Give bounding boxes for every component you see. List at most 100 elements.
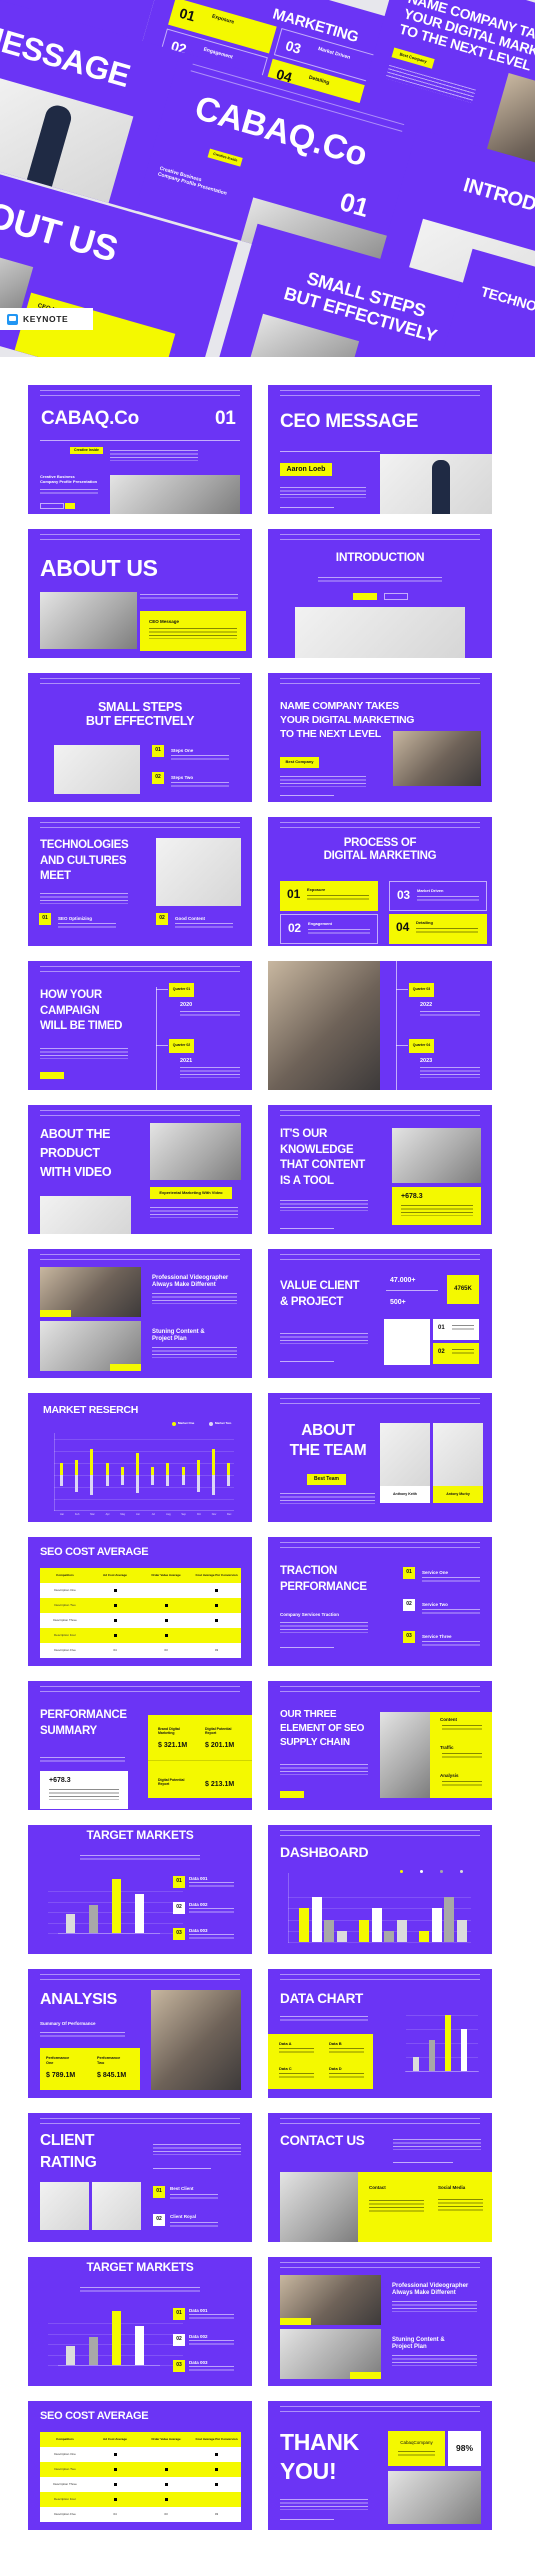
slide-thumbnail[interactable]: TARGET MARKETS 01 Data 001 02 Data 002 03 Data… xyxy=(28,2257,252,2386)
slide-title: HOW YOUR CAMPAIGN WILL BE TIMED xyxy=(40,989,123,1032)
learn-more-button[interactable] xyxy=(280,1791,304,1798)
body-text-lines xyxy=(152,1347,237,1358)
slide-thumbnail[interactable]: SMALL STEPS BUT EFFECTIVELY 01 Steps One 02… xyxy=(28,673,252,802)
bar-market-one xyxy=(105,1463,109,1475)
divider xyxy=(280,1647,334,1648)
divider xyxy=(40,440,240,441)
photo-team xyxy=(40,592,137,649)
photo-seo xyxy=(380,1712,430,1798)
next-button[interactable] xyxy=(65,503,75,509)
number-badge: 01 xyxy=(173,1876,185,1888)
keynote-badge: KEYNOTE xyxy=(0,308,93,330)
member-name: Antony Murby xyxy=(433,1486,483,1503)
slide-thumbnail[interactable]: VALUE CLIENT & PROJECT 47.000+ 500+ 4765K 01… xyxy=(268,1249,492,1378)
photo-client-two xyxy=(92,2182,141,2230)
slide-thumbnail[interactable]: HOW YOUR CAMPAIGN WILL BE TIMED Quarter 0… xyxy=(28,961,252,1090)
slide-thumbnail[interactable]: TRACTION PERFORMANCE Company Services Tra… xyxy=(268,1537,492,1666)
slide-thumbnail[interactable]: ABOUT US CEO Message xyxy=(28,529,252,658)
bar-market-two xyxy=(105,1475,109,1487)
slide-title: TRACTION PERFORMANCE xyxy=(280,1565,367,1593)
slide-thumbnail[interactable]: ANALYSIS Summary Of Performance Performanc… xyxy=(28,1969,252,2098)
slide-thumbnail[interactable]: TECHNOLOGIES AND CULTURES MEET 01 SEO Opti… xyxy=(28,817,252,946)
metric-value: $ 789.1M xyxy=(46,2072,76,2079)
table-header: Order Value Average xyxy=(151,1573,181,1577)
slide-thumbnail[interactable]: DATA CHART Data A Data B Data C Data D xyxy=(268,1969,492,2098)
number-badge: 01 xyxy=(153,2186,165,2198)
slide-title: CLIENT RATING xyxy=(40,2132,97,2171)
slide-thumbnail[interactable]: NAME COMPANY TAKES YOUR DIGITAL MARKETIN… xyxy=(268,673,492,802)
metrics-card: Performance One $ 789.1M Performance Two $ … xyxy=(40,2048,140,2090)
dashboard-bar xyxy=(299,1908,309,1942)
photo-analysis xyxy=(151,1990,241,2090)
slide-thumbnail[interactable]: CLIENT RATING 01 Best Client 02 Client Royal xyxy=(28,2113,252,2242)
legend-dot xyxy=(400,1870,403,1873)
photo-tag xyxy=(110,1364,141,1371)
body-text-lines xyxy=(189,2314,234,2321)
check-mark-icon xyxy=(164,1634,168,1637)
step-label: Detailing xyxy=(416,920,433,925)
slide-thumbnail[interactable]: PROCESS OF DIGITAL MARKETING 01 Exposure 03… xyxy=(268,817,492,946)
number-badge: 01 xyxy=(39,913,51,925)
learn-more-button[interactable] xyxy=(40,503,64,509)
x-tick-label: Sep xyxy=(181,1513,186,1516)
metric-value: $ 845.1M xyxy=(97,2072,127,2079)
slide-thumbnail[interactable]: DASHBOARD xyxy=(268,1825,492,1954)
slide-header-rule xyxy=(280,1542,480,1548)
divider xyxy=(280,507,334,508)
keynote-label: KEYNOTE xyxy=(23,314,69,324)
slide-thumbnail[interactable]: ABOUT THE TEAM Best Team Anthony Keith Anto… xyxy=(268,1393,492,1522)
table-cell: 04 xyxy=(113,1648,117,1652)
step-label: Exposure xyxy=(211,13,235,26)
table-cell xyxy=(90,1598,140,1613)
let-start-button[interactable] xyxy=(384,593,408,600)
item-label: Steps Two xyxy=(171,775,194,780)
member-name: Anthony Keith xyxy=(380,1486,430,1503)
slide-thumbnail[interactable]: CONTACT US Contact Social Media xyxy=(268,2113,492,2242)
body-text-lines xyxy=(392,2355,477,2366)
divider xyxy=(280,2519,334,2520)
quarter-badge: Quarter 03 xyxy=(409,983,434,997)
table-cell: Description One xyxy=(54,2452,76,2456)
stat-one: 47.000+ xyxy=(390,1277,416,1284)
table-cell xyxy=(140,1628,192,1643)
hero-cabaq-title: CABAQ.Co xyxy=(190,88,372,175)
item-label: Steps One xyxy=(171,748,194,753)
learn-more-button[interactable] xyxy=(353,593,377,600)
slide-thumbnail[interactable]: INTRODUCTION xyxy=(268,529,492,658)
divider xyxy=(280,1361,334,1362)
slide-title: SMALL STEPS BUT EFFECTIVELY xyxy=(85,700,195,729)
item-label: Service Two xyxy=(422,1602,448,1607)
slide-thumbnail[interactable]: CABAQ.Co 01 Creative Inside Creative Busine… xyxy=(28,385,252,514)
check-mark-icon xyxy=(113,2453,117,2456)
gridline xyxy=(54,1439,234,1440)
slide-thumbnail[interactable]: Quarter 03 2022 Quarter 04 2023 xyxy=(268,961,492,1090)
number-badge: 01 xyxy=(173,2308,185,2320)
slide-header-rule xyxy=(280,1398,480,1404)
slide-thumbnail[interactable]: Professional Videographer Always Make Di… xyxy=(268,2257,492,2386)
metric-value: $ 321.1M xyxy=(158,1742,188,1749)
slide-thumbnail[interactable]: OUR THREE ELEMENT OF SEO SUPPLY CHAIN Con… xyxy=(268,1681,492,1810)
element-title: Content xyxy=(440,1717,457,1722)
slide-thumbnail[interactable]: TARGET MARKETS 01 Data 001 02 Data 002 03 Data… xyxy=(28,1825,252,1954)
learn-more-button[interactable] xyxy=(40,1072,64,1079)
bar-market-one xyxy=(75,1460,79,1475)
x-tick-label: Mar xyxy=(90,1513,95,1516)
slide-thumbnail[interactable]: MARKET RESERCH Market One Market Two Jan Feb… xyxy=(28,1393,252,1522)
step-label: Detailing xyxy=(308,74,331,87)
slide-thumbnail[interactable]: ABOUT THE PRODUCT WITH VIDEO Experiental … xyxy=(28,1105,252,1234)
body-text-lines xyxy=(189,1882,234,1889)
slide-thumbnail[interactable]: CEO MESSAGE Aaron Loeb xyxy=(268,385,492,514)
table-cell xyxy=(192,2447,241,2462)
slide-thumbnail[interactable]: Professional Videographer Always Make Di… xyxy=(28,1249,252,1378)
heading-one: Professional Videographer Always Make Di… xyxy=(392,2283,469,2297)
slide-thumbnail[interactable]: IT'S OUR KNOWLEDGE THAT CONTENT IS A TOO… xyxy=(268,1105,492,1234)
year: 2020 xyxy=(180,1002,193,1008)
slide-thumbnail[interactable]: PERFORMANCE SUMMARY +678.3 Brand Digital M… xyxy=(28,1681,252,1810)
data-label: Data B xyxy=(329,2041,342,2046)
table-cell xyxy=(140,1613,192,1628)
slide-thumbnail[interactable]: SEO COST AVERAGE Competitors Ad Cost Avera… xyxy=(28,2401,252,2530)
slide-thumbnail[interactable]: SEO COST AVERAGE Competitors Ad Cost Avera… xyxy=(28,1537,252,1666)
slide-thumbnail[interactable]: THANK YOU! CabaqCompany 98% xyxy=(268,2401,492,2530)
chart-bar xyxy=(445,2015,451,2071)
name-badge: Aaron Loeb xyxy=(280,463,332,476)
